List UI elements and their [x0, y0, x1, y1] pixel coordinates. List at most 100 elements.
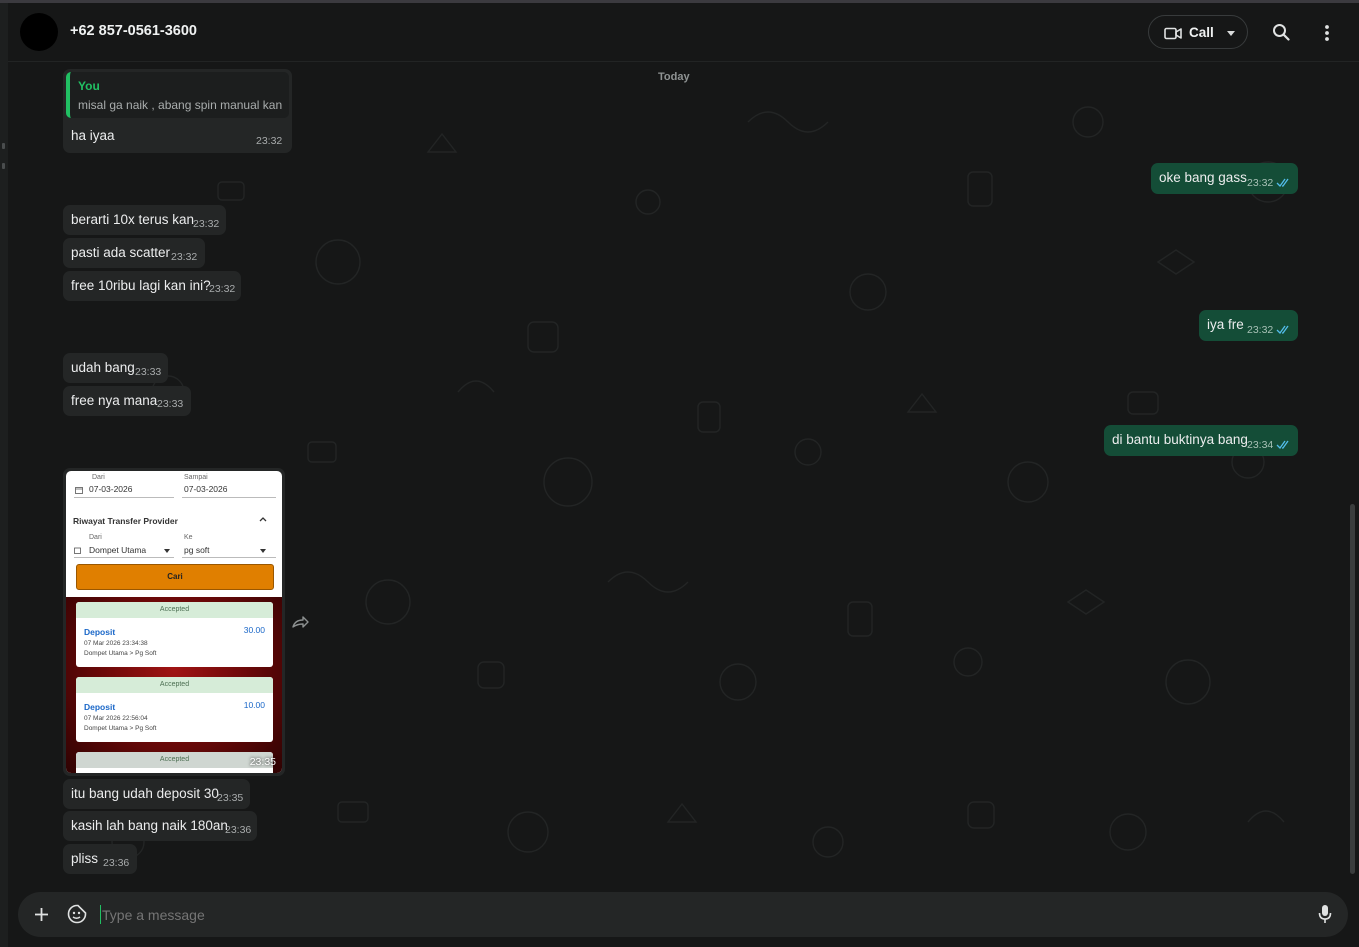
rail-marker — [2, 163, 5, 169]
field-underline — [182, 497, 276, 498]
to-date-label: Sampai — [184, 474, 208, 481]
message-time: 23:32 — [193, 218, 220, 230]
call-button-label: Call — [1189, 25, 1214, 40]
from-date-value: 07-03-2026 — [89, 484, 133, 494]
message-text: itu bang udah deposit 30 — [71, 786, 219, 801]
message-time: 23:33 — [135, 366, 162, 378]
chevron-down-icon[interactable] — [1227, 31, 1235, 36]
message-bubble-incoming[interactable]: pasti ada scatter 23:32 — [63, 238, 205, 268]
source-label: Dari — [89, 534, 102, 541]
call-button[interactable]: Call — [1148, 15, 1248, 49]
transaction-card: Accepted Deposit 10.00 07 Mar 2026 22:56… — [76, 677, 273, 742]
target-label: Ke — [184, 534, 193, 541]
plus-icon[interactable] — [34, 907, 49, 922]
left-edge-rail — [0, 3, 8, 947]
message-bubble-incoming[interactable]: You misal ga naik , abang spin manual ka… — [63, 69, 292, 153]
message-bubble-outgoing[interactable]: di bantu buktinya bang 23:34 — [1104, 425, 1298, 456]
sticker-icon[interactable] — [67, 904, 87, 924]
quoted-message[interactable]: You misal ga naik , abang spin manual ka… — [66, 72, 289, 118]
target-value: pg soft — [184, 545, 210, 555]
message-time: 23:36 — [225, 824, 252, 836]
transaction-route: Dompet Utama > Pg Soft — [84, 650, 157, 657]
transaction-status: Accepted — [76, 677, 273, 693]
search-icon[interactable] — [1272, 23, 1290, 41]
field-underline — [74, 557, 174, 558]
to-date-value: 07-03-2026 — [184, 484, 228, 494]
message-time: 23:32 — [1247, 177, 1274, 189]
message-bubble-incoming[interactable]: kasih lah bang naik 180an 23:36 — [63, 811, 257, 841]
message-text: iya fre — [1207, 317, 1244, 332]
section-title: Riwayat Transfer Provider — [73, 516, 178, 526]
read-receipt-icon — [1276, 178, 1289, 188]
transaction-datetime: 07 Mar 2026 23:34:38 — [84, 640, 148, 647]
message-text: di bantu buktinya bang — [1112, 432, 1248, 447]
message-bubble-incoming[interactable]: berarti 10x terus kan 23:32 — [63, 205, 226, 235]
message-text: ha iyaa — [71, 128, 115, 143]
message-text: berarti 10x terus kan — [71, 212, 195, 227]
chat-header: +62 857-0561-3600 Call — [8, 3, 1359, 62]
message-bubble-incoming[interactable]: itu bang udah deposit 30 23:35 — [63, 779, 250, 809]
message-bubble-incoming[interactable]: pliss 23:36 — [63, 844, 137, 874]
transaction-datetime: 07 Mar 2026 22:56:04 — [84, 715, 148, 722]
message-text: udah bang — [71, 360, 135, 375]
chat-scrollbar[interactable] — [1350, 504, 1355, 874]
message-text: pasti ada scatter — [71, 245, 171, 260]
dropdown-arrow-icon — [260, 549, 266, 553]
message-input-bar — [18, 892, 1348, 937]
transaction-type: Deposit — [84, 627, 116, 637]
message-time: 23:35 — [249, 756, 276, 768]
calendar-icon — [75, 487, 83, 494]
message-bubble-outgoing[interactable]: oke bang gass 23:32 — [1151, 163, 1298, 194]
video-camera-icon — [1164, 27, 1182, 40]
message-bubble-incoming[interactable]: free nya mana 23:33 — [63, 386, 191, 416]
source-value: Dompet Utama — [89, 545, 147, 555]
transaction-route: Dompet Utama > Pg Soft — [84, 725, 157, 732]
message-text: kasih lah bang naik 180an — [71, 818, 228, 833]
image-message[interactable]: Dari 07-03-2026 Sampai 07-03-2026 Riwaya… — [63, 468, 285, 776]
read-receipt-icon — [1276, 325, 1289, 335]
message-time: 23:33 — [157, 398, 184, 410]
dropdown-arrow-icon — [164, 549, 170, 553]
quoted-author: You — [78, 79, 100, 93]
message-text: free 10ribu lagi kan ini? — [71, 278, 211, 293]
from-date-label: Dari — [92, 474, 105, 481]
message-text: pliss — [71, 851, 99, 866]
message-time: 23:35 — [217, 792, 244, 804]
date-divider: Today — [658, 71, 690, 83]
contact-avatar[interactable] — [20, 13, 58, 51]
transaction-status: Accepted — [76, 752, 273, 768]
message-text: oke bang gass — [1159, 170, 1247, 185]
transaction-screenshot[interactable]: Dari 07-03-2026 Sampai 07-03-2026 Riwaya… — [66, 471, 282, 773]
message-time: 23:36 — [103, 857, 130, 869]
composer — [8, 892, 1359, 947]
field-underline — [182, 557, 276, 558]
message-text: free nya mana — [71, 393, 158, 408]
field-underline — [74, 497, 174, 498]
transaction-amount: 10.00 — [243, 700, 265, 710]
message-bubble-incoming[interactable]: free 10ribu lagi kan ini? 23:32 — [63, 271, 241, 301]
search-button-label: Cari — [167, 572, 183, 581]
menu-dots-icon[interactable] — [1324, 24, 1330, 42]
quoted-text: misal ga naik , abang spin manual kan — [78, 98, 283, 112]
message-time: 23:34 — [1247, 439, 1274, 451]
message-list[interactable]: Today You misal ga naik , abang spin man… — [8, 62, 1359, 892]
search-button: Cari — [76, 564, 274, 590]
contact-name[interactable]: +62 857-0561-3600 — [70, 23, 197, 39]
chevron-up-icon — [259, 517, 267, 522]
transaction-type: Deposit — [84, 702, 116, 712]
message-time: 23:32 — [209, 283, 236, 295]
message-bubble-incoming[interactable]: udah bang 23:33 — [63, 353, 168, 383]
message-bubble-outgoing[interactable]: iya fre 23:32 — [1199, 310, 1298, 341]
message-time: 23:32 — [171, 251, 198, 263]
transaction-status: Accepted — [76, 602, 273, 618]
transaction-card: Accepted — [76, 752, 273, 773]
rail-marker — [2, 143, 5, 149]
forward-icon[interactable] — [292, 615, 310, 629]
message-time: 23:32 — [1247, 324, 1274, 336]
wallet-icon — [74, 547, 81, 554]
message-time: 23:32 — [256, 135, 283, 147]
transaction-amount: 30.00 — [243, 625, 265, 635]
microphone-icon[interactable] — [1318, 904, 1332, 925]
read-receipt-icon — [1276, 440, 1289, 450]
message-input[interactable] — [100, 900, 1284, 930]
